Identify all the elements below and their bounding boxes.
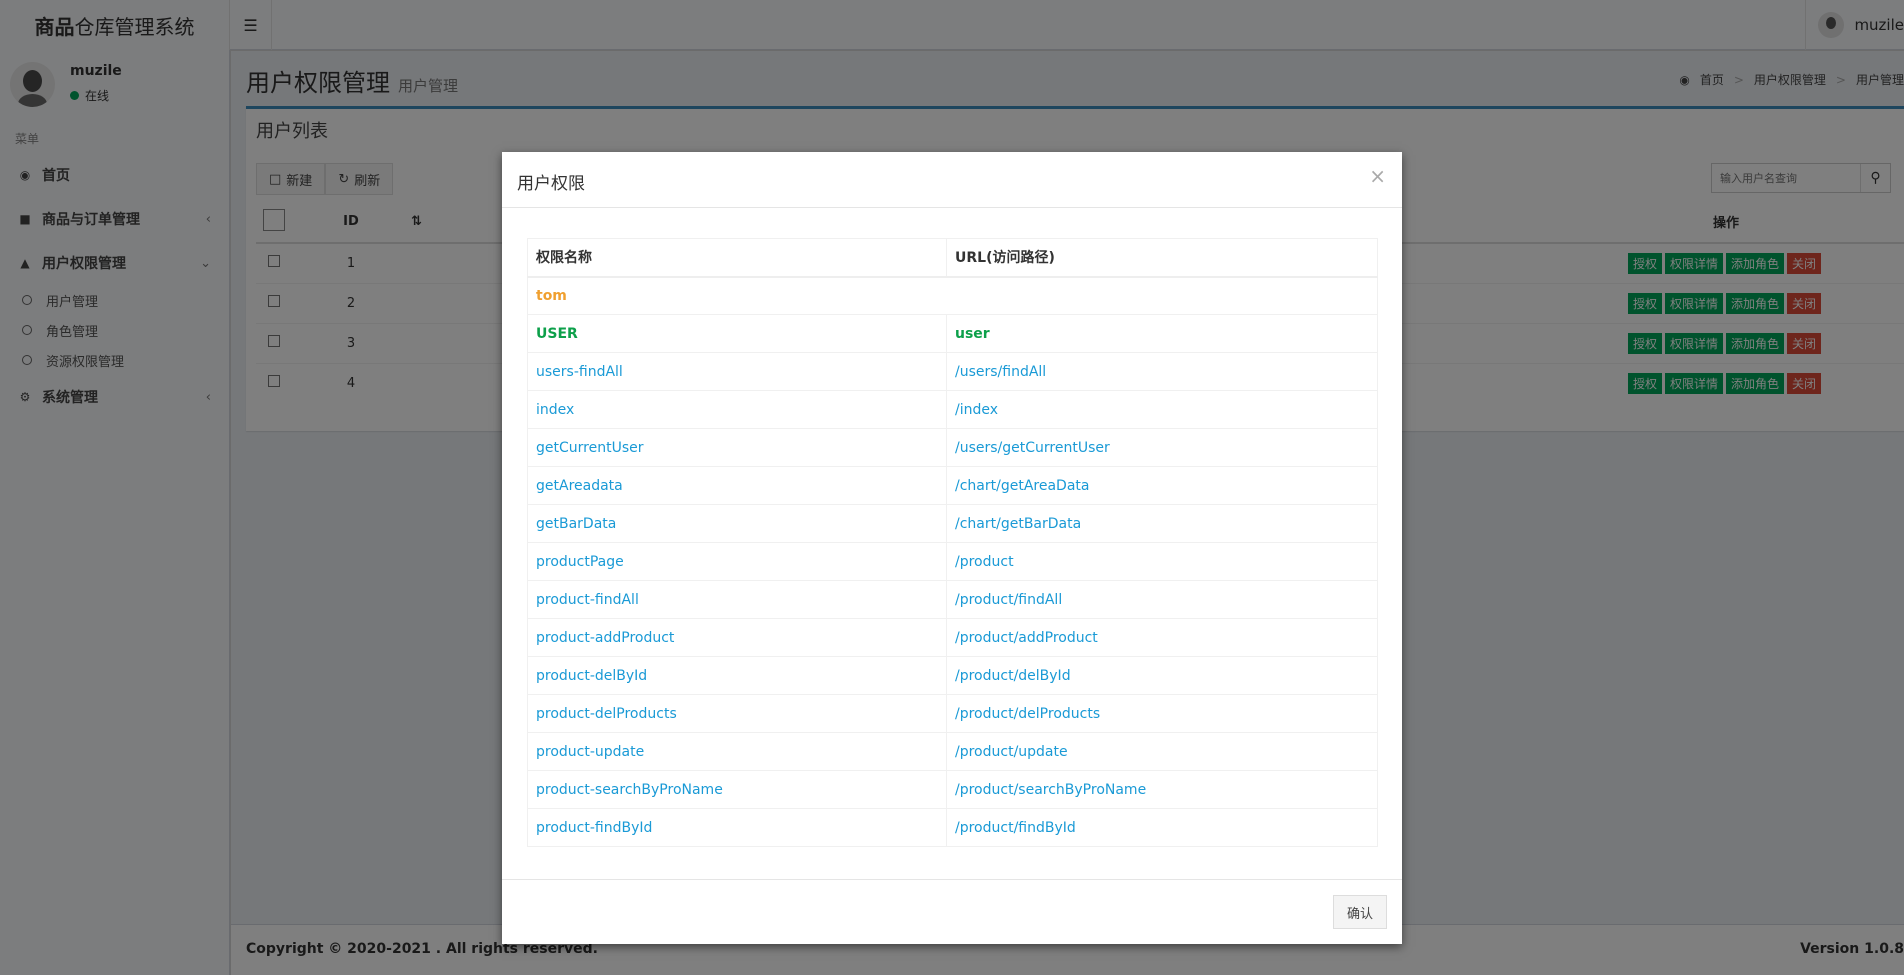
permission-url: /product/findById bbox=[946, 808, 1378, 847]
permission-row: productPage/product bbox=[527, 542, 1378, 581]
permission-row: product-searchByProName/product/searchBy… bbox=[527, 770, 1378, 809]
role-url: user bbox=[946, 314, 1378, 353]
modal-body: 权限名称 URL(访问路径) tom USER user users-findA… bbox=[527, 238, 1378, 847]
permission-row: product-findById/product/findById bbox=[527, 808, 1378, 847]
permission-name: product-delById bbox=[527, 656, 947, 695]
modal-header: 用户权限 × bbox=[502, 152, 1402, 208]
user-permissions-modal: 用户权限 × 权限名称 URL(访问路径) tom USER user user… bbox=[502, 152, 1402, 944]
permission-name: product-searchByProName bbox=[527, 770, 947, 809]
permission-row: product-update/product/update bbox=[527, 732, 1378, 771]
modal-footer: 确认 bbox=[502, 879, 1402, 944]
permission-row: product-findAll/product/findAll bbox=[527, 580, 1378, 619]
permission-name: productPage bbox=[527, 542, 947, 581]
permission-url: /product/searchByProName bbox=[946, 770, 1378, 809]
close-icon[interactable]: × bbox=[1369, 166, 1386, 186]
permission-name: product-update bbox=[527, 732, 947, 771]
user-name-cell: tom bbox=[527, 276, 1378, 315]
permission-url: /product/update bbox=[946, 732, 1378, 771]
permission-url: /users/getCurrentUser bbox=[946, 428, 1378, 467]
permissions-header-row: 权限名称 URL(访问路径) bbox=[527, 238, 1378, 278]
permission-name: product-addProduct bbox=[527, 618, 947, 657]
permission-url: /index bbox=[946, 390, 1378, 429]
permission-name: product-delProducts bbox=[527, 694, 947, 733]
permission-url: /product bbox=[946, 542, 1378, 581]
permission-row: product-addProduct/product/addProduct bbox=[527, 618, 1378, 657]
permission-url: /chart/getBarData bbox=[946, 504, 1378, 543]
permission-name: getAreadata bbox=[527, 466, 947, 505]
permission-url: /product/delById bbox=[946, 656, 1378, 695]
permission-name: users-findAll bbox=[527, 352, 947, 391]
permission-url: /product/delProducts bbox=[946, 694, 1378, 733]
permission-row: product-delProducts/product/delProducts bbox=[527, 694, 1378, 733]
permission-row: getCurrentUser/users/getCurrentUser bbox=[527, 428, 1378, 467]
role-row: USER user bbox=[527, 314, 1378, 353]
permission-url: /chart/getAreaData bbox=[946, 466, 1378, 505]
permission-name: product-findAll bbox=[527, 580, 947, 619]
permission-row: users-findAll/users/findAll bbox=[527, 352, 1378, 391]
permission-url: /users/findAll bbox=[946, 352, 1378, 391]
permission-name: index bbox=[527, 390, 947, 429]
permission-name: getCurrentUser bbox=[527, 428, 947, 467]
permission-row: index/index bbox=[527, 390, 1378, 429]
permission-name: getBarData bbox=[527, 504, 947, 543]
permissions-table: 权限名称 URL(访问路径) tom USER user users-findA… bbox=[527, 238, 1378, 847]
modal-title: 用户权限 bbox=[517, 174, 585, 194]
permission-url: /product/addProduct bbox=[946, 618, 1378, 657]
role-name: USER bbox=[527, 314, 947, 353]
permission-row: product-delById/product/delById bbox=[527, 656, 1378, 695]
permission-row: getBarData/chart/getBarData bbox=[527, 504, 1378, 543]
column-header-url: URL(访问路径) bbox=[946, 238, 1378, 278]
permission-name: product-findById bbox=[527, 808, 947, 847]
permission-url: /product/findAll bbox=[946, 580, 1378, 619]
confirm-button[interactable]: 确认 bbox=[1332, 895, 1387, 929]
permission-row: getAreadata/chart/getAreaData bbox=[527, 466, 1378, 505]
column-header-permission-name: 权限名称 bbox=[527, 238, 947, 278]
user-row: tom bbox=[527, 276, 1378, 315]
